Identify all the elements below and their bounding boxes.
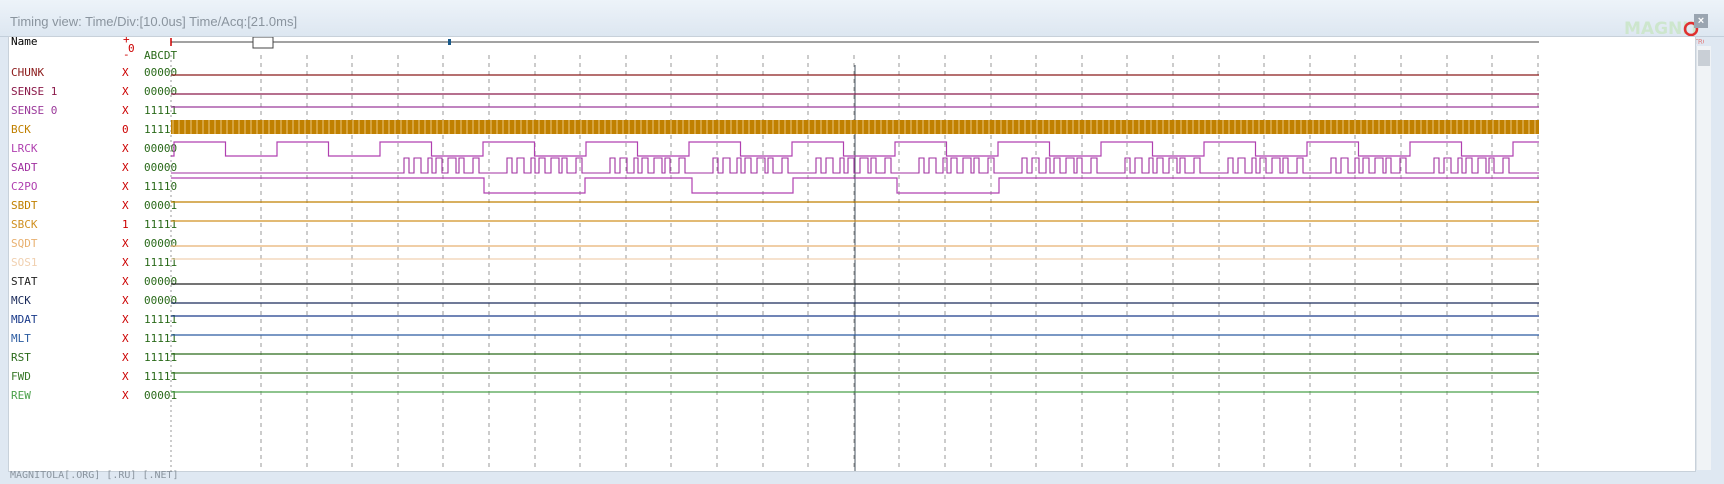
close-button[interactable]: × bbox=[1694, 14, 1708, 28]
footer-text: MAGNITOLA[.ORG] [.RU] [.NET] bbox=[10, 470, 179, 481]
window-title: Timing view: Time/Div:[10.0us] Time/Acq:… bbox=[10, 14, 298, 29]
timing-window: Timing view: Time/Div:[10.0us] Time/Acq:… bbox=[0, 0, 1724, 484]
timeline-cursor-marker bbox=[448, 39, 451, 45]
scrollbar-thumb[interactable] bbox=[1698, 50, 1710, 66]
timeline-viewport-box bbox=[252, 37, 274, 49]
waveform-bck bbox=[171, 120, 1539, 134]
waveform-area[interactable] bbox=[9, 37, 1695, 471]
vertical-scrollbar[interactable] bbox=[1696, 46, 1711, 470]
title-bar: Timing view: Time/Div:[10.0us] Time/Acq:… bbox=[0, 0, 1724, 46]
timing-panel: Name + 0 - ABCDT CHUNK X 00000 SENSE 1 X 0000… bbox=[8, 36, 1696, 472]
